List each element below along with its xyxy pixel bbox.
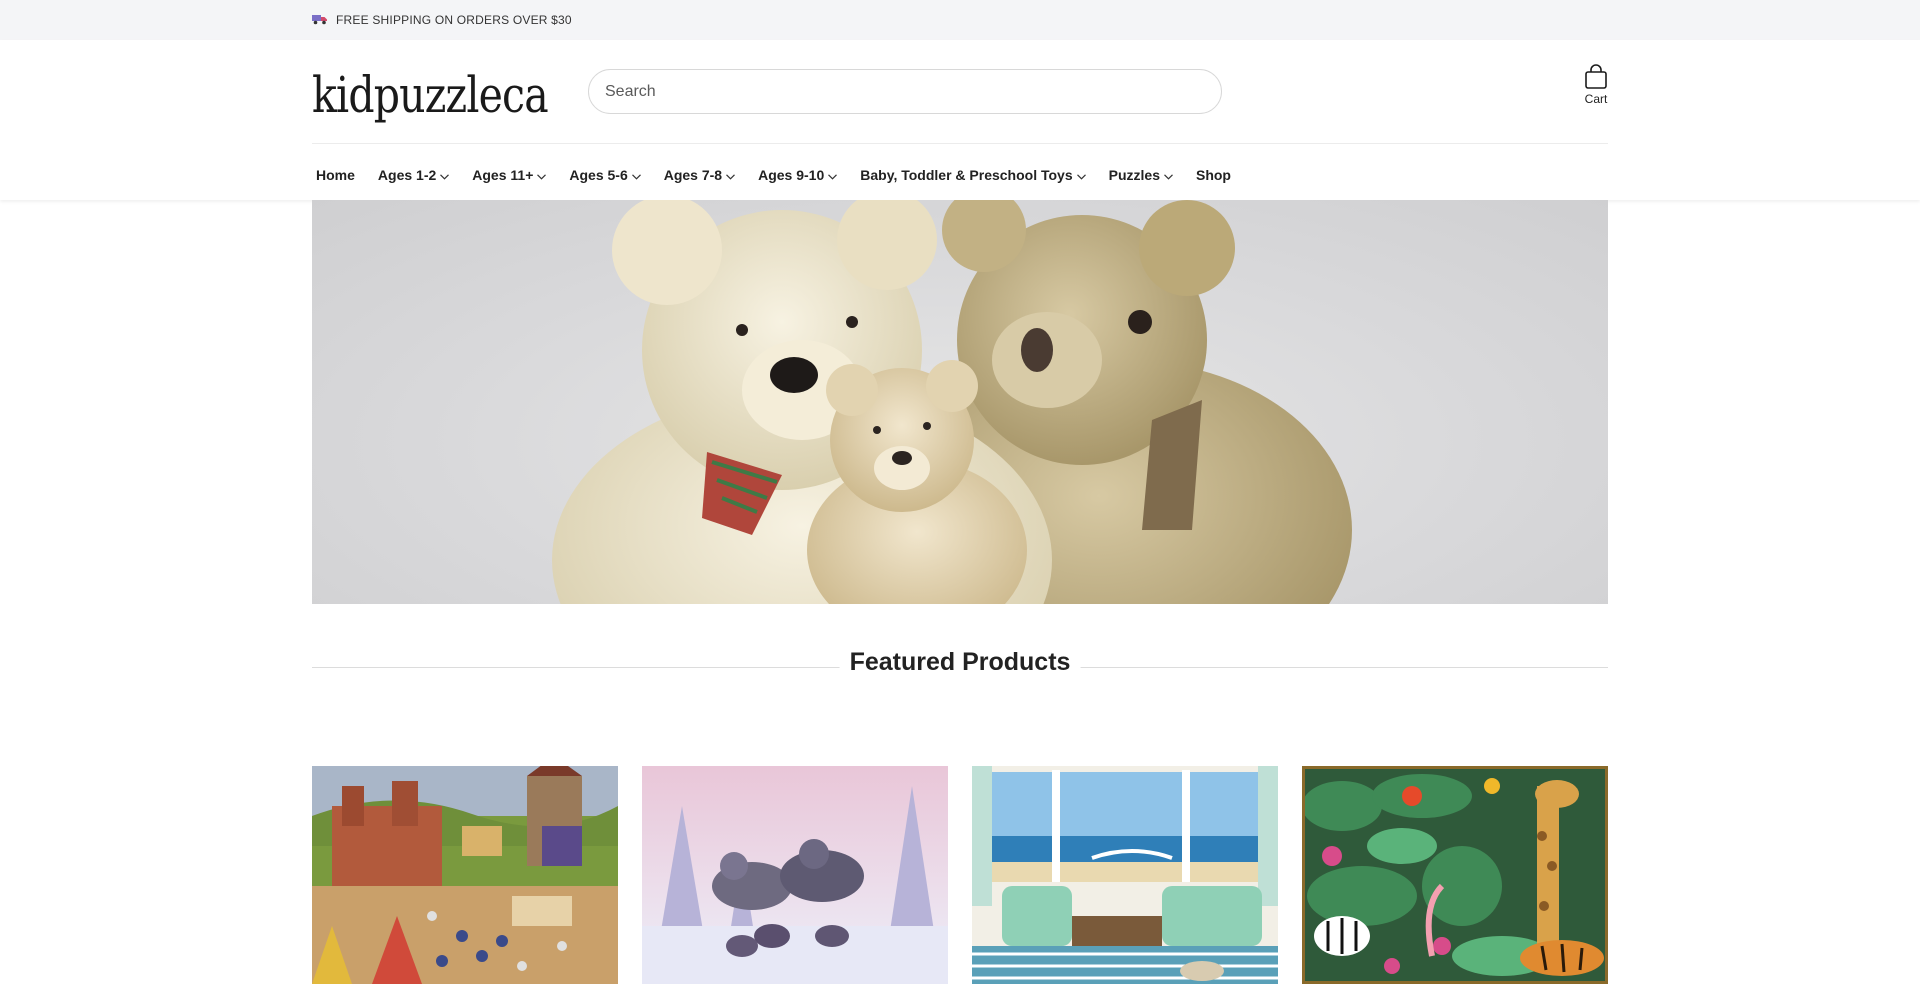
- nav-item-ages-7-8[interactable]: Ages 7-8: [660, 167, 739, 183]
- nav-item-label: Puzzles: [1108, 167, 1160, 183]
- chevron-down-icon: [1164, 167, 1173, 183]
- site-header: kidpuzzleca Cart Home Ages 1-2 Ages 11+ …: [0, 40, 1920, 200]
- section-title: Featured Products: [839, 648, 1081, 677]
- search-box[interactable]: [588, 69, 1222, 114]
- main-nav: Home Ages 1-2 Ages 11+ Ages 5-6 Ages 7-8…: [312, 153, 1250, 197]
- teddy-bears-image: [552, 200, 1352, 604]
- hero-banner[interactable]: [312, 200, 1608, 604]
- winter-wolves-puzzle-image: [642, 766, 948, 984]
- nav-item-label: Ages 1-2: [377, 167, 437, 183]
- chevron-down-icon: [631, 167, 641, 183]
- featured-products-section: Featured Products: [312, 648, 1608, 682]
- nav-item-ages-1-2[interactable]: Ages 1-2: [374, 167, 453, 183]
- nav-item-label: Ages 11+: [472, 167, 534, 183]
- announcement-bar: FREE SHIPPING ON ORDERS OVER $30: [0, 0, 1920, 40]
- chevron-down-icon: [828, 167, 838, 183]
- search-input[interactable]: [605, 70, 1205, 113]
- header-divider: [312, 143, 1608, 144]
- product-card[interactable]: [1302, 766, 1608, 984]
- nav-item-label: Ages 5-6: [569, 167, 628, 183]
- nav-item-label: Baby, Toddler & Preschool Toys: [860, 167, 1073, 183]
- chevron-down-icon: [726, 167, 736, 183]
- truck-icon: [312, 13, 328, 28]
- nav-item-ages-5-6[interactable]: Ages 5-6: [565, 167, 644, 183]
- nav-item-shop[interactable]: Shop: [1192, 167, 1235, 183]
- nav-item-baby-toddler-preschool[interactable]: Baby, Toddler & Preschool Toys: [856, 167, 1089, 183]
- nav-item-ages-11-plus[interactable]: Ages 11+: [468, 167, 550, 183]
- chevron-down-icon: [537, 167, 547, 183]
- cart-label: Cart: [1584, 92, 1608, 106]
- nav-item-label: Ages 9-10: [758, 167, 825, 183]
- nav-item-home[interactable]: Home: [312, 167, 359, 183]
- product-card[interactable]: [972, 766, 1278, 984]
- chevron-down-icon: [1076, 167, 1086, 183]
- shopping-bag-icon: [1570, 64, 1622, 90]
- product-card[interactable]: [312, 766, 618, 984]
- nav-item-puzzles[interactable]: Puzzles: [1105, 167, 1177, 183]
- jungle-animals-puzzle-image: [1302, 766, 1608, 984]
- nav-item-label: Home: [316, 167, 355, 183]
- nav-item-label: Shop: [1195, 167, 1231, 183]
- cart-button[interactable]: Cart: [1570, 64, 1622, 114]
- nav-item-label: Ages 7-8: [663, 167, 723, 183]
- chevron-down-icon: [440, 167, 450, 183]
- site-logo[interactable]: kidpuzzleca: [312, 60, 549, 130]
- product-card[interactable]: [642, 766, 948, 984]
- nav-item-ages-9-10[interactable]: Ages 9-10: [754, 167, 841, 183]
- medieval-castle-puzzle-image: [312, 766, 618, 984]
- beach-living-room-puzzle-image: [972, 766, 1278, 984]
- announcement-text: FREE SHIPPING ON ORDERS OVER $30: [336, 13, 572, 27]
